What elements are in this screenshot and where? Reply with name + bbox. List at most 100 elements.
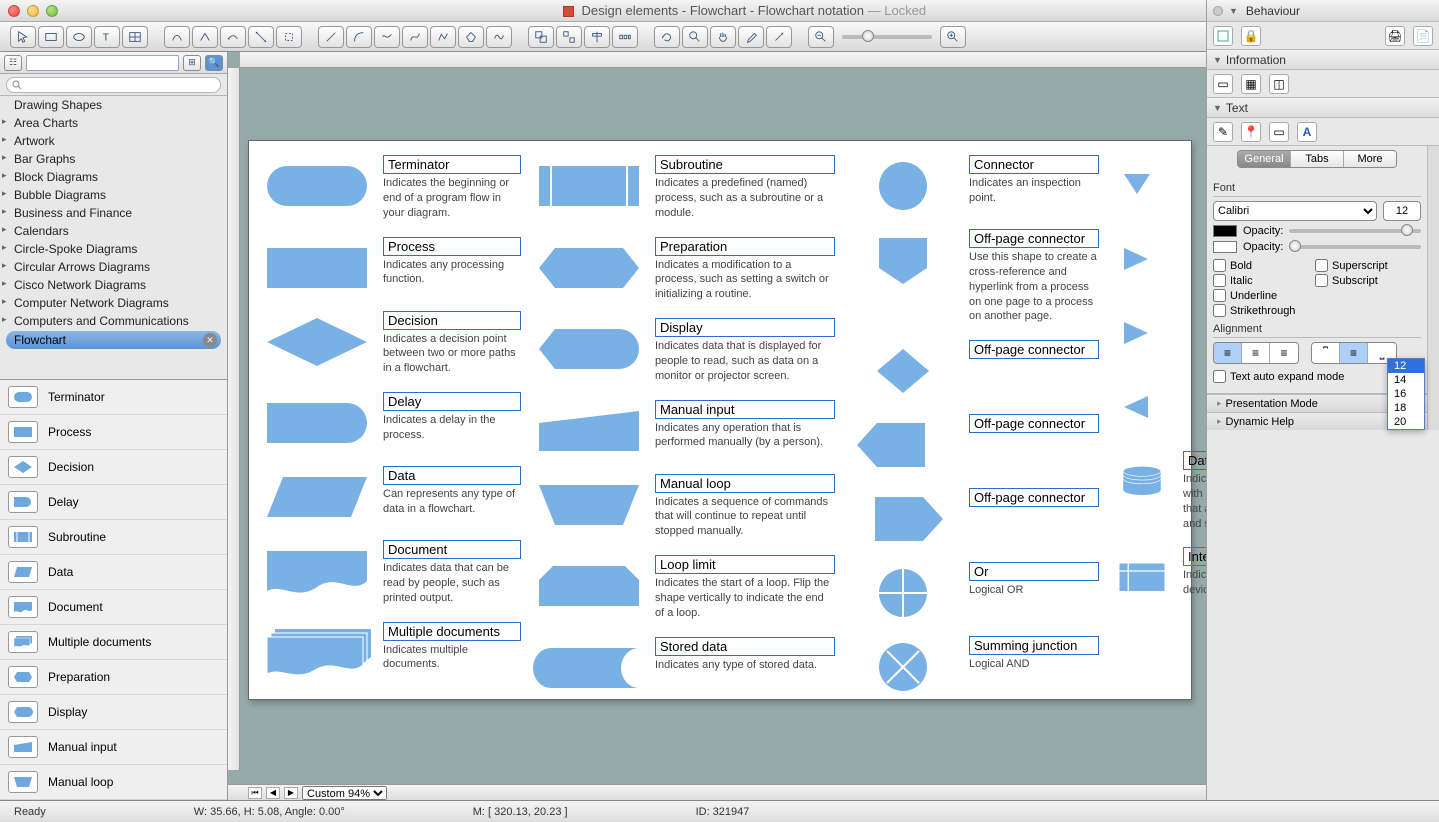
zoom-slider[interactable]	[842, 35, 932, 39]
zoom-select[interactable]: Custom 94%	[302, 786, 387, 800]
text-bg-swatch[interactable]	[1213, 241, 1237, 253]
flowchart-shape[interactable]	[257, 155, 377, 213]
canvas-page[interactable]: TerminatorIndicates the beginning or end…	[248, 140, 1192, 700]
h-align-control[interactable]: ≡ ≡ ≡	[1213, 342, 1299, 364]
shape-library-item[interactable]: Preparation	[0, 660, 227, 695]
flowchart-shape[interactable]	[529, 237, 649, 295]
category-item[interactable]: Computer Network Diagrams	[0, 294, 227, 312]
shape-library-item[interactable]: Subroutine	[0, 520, 227, 555]
category-item[interactable]: Bubble Diagrams	[0, 186, 227, 204]
zoom-tool[interactable]	[682, 26, 708, 48]
align-tool[interactable]	[584, 26, 610, 48]
arc-tool[interactable]	[346, 26, 372, 48]
spline-tool[interactable]	[374, 26, 400, 48]
category-item[interactable]: Bar Graphs	[0, 150, 227, 168]
flowchart-shape[interactable]	[1107, 303, 1167, 361]
category-item-selected[interactable]: Flowchart✕	[6, 331, 221, 349]
bold-checkbox[interactable]: Bold	[1213, 259, 1303, 272]
inspector-scrollbar[interactable]	[1427, 146, 1439, 430]
superscript-checkbox[interactable]: Superscript	[1315, 259, 1405, 272]
shape-library-item[interactable]: Terminator	[0, 380, 227, 415]
text-tool[interactable]: T	[94, 26, 120, 48]
zoom-out-button[interactable]	[808, 26, 834, 48]
text-box-icon[interactable]: ▭	[1269, 122, 1289, 142]
flowchart-shape[interactable]	[843, 562, 963, 620]
italic-checkbox[interactable]: Italic	[1213, 274, 1303, 287]
strikethrough-checkbox[interactable]: Strikethrough	[1213, 304, 1303, 317]
close-icon[interactable]: ✕	[203, 333, 217, 347]
group-tool[interactable]	[528, 26, 554, 48]
zoom-in-button[interactable]	[940, 26, 966, 48]
flowchart-shape[interactable]	[1107, 229, 1167, 287]
flowchart-shape[interactable]	[529, 637, 649, 695]
connector-tool-1[interactable]	[164, 26, 190, 48]
flowchart-shape[interactable]	[843, 414, 963, 472]
flowchart-shape[interactable]	[843, 340, 963, 398]
rectangle-tool[interactable]	[38, 26, 64, 48]
v-align-control[interactable]: ⎴ ≡ ⎵	[1311, 342, 1397, 364]
flowchart-shape[interactable]	[529, 155, 649, 213]
align-left-button[interactable]: ≡	[1214, 343, 1242, 363]
page-prev-button[interactable]: ◀	[266, 787, 280, 799]
freehand-tool[interactable]	[486, 26, 512, 48]
shape-library-item[interactable]: Multiple documents	[0, 625, 227, 660]
ellipse-tool[interactable]	[66, 26, 92, 48]
shape-library-item[interactable]: Document	[0, 590, 227, 625]
flowchart-shape[interactable]	[843, 155, 963, 213]
wand-tool[interactable]	[766, 26, 792, 48]
flowchart-shape[interactable]	[257, 392, 377, 450]
connector-tool-3[interactable]	[220, 26, 246, 48]
align-top-button[interactable]: ⎴	[1312, 343, 1340, 363]
category-item[interactable]: Area Charts	[0, 114, 227, 132]
window-zoom-button[interactable]	[46, 5, 58, 17]
behaviour-doc-icon[interactable]: 📄	[1413, 26, 1433, 46]
tab-general[interactable]: General	[1238, 151, 1291, 167]
window-minimize-button[interactable]	[27, 5, 39, 17]
rotate-tool[interactable]	[654, 26, 680, 48]
category-item[interactable]: Block Diagrams	[0, 168, 227, 186]
category-item[interactable]: Circle-Spoke Diagrams	[0, 240, 227, 258]
flowchart-shape[interactable]	[1107, 377, 1167, 435]
info-view3-icon[interactable]: ◫	[1269, 74, 1289, 94]
flowchart-shape[interactable]	[1107, 155, 1167, 213]
category-item[interactable]: Cisco Network Diagrams	[0, 276, 227, 294]
flowchart-shape[interactable]	[257, 540, 377, 598]
flowchart-shape[interactable]	[257, 311, 377, 369]
font-size-dropdown[interactable]: 1214161820	[1387, 358, 1425, 430]
behaviour-print-icon[interactable]: 🖨	[1385, 26, 1405, 46]
align-right-button[interactable]: ≡	[1270, 343, 1298, 363]
info-view2-icon[interactable]: ▦	[1241, 74, 1261, 94]
shape-library-item[interactable]: Display	[0, 695, 227, 730]
flowchart-shape[interactable]	[257, 466, 377, 524]
align-center-button[interactable]: ≡	[1242, 343, 1270, 363]
library-filter-input[interactable]	[26, 55, 179, 71]
pointer-tool[interactable]	[10, 26, 36, 48]
behaviour-resize-icon[interactable]	[1213, 26, 1233, 46]
behaviour-twisty[interactable]: ▼	[1229, 6, 1238, 16]
connector-tool-2[interactable]	[192, 26, 218, 48]
distribute-tool[interactable]	[612, 26, 638, 48]
category-item[interactable]: Business and Finance	[0, 204, 227, 222]
font-family-select[interactable]: Calibri	[1213, 201, 1377, 221]
table-tool[interactable]	[122, 26, 148, 48]
window-close-button[interactable]	[8, 5, 20, 17]
flowchart-shape[interactable]	[529, 555, 649, 613]
ungroup-tool[interactable]	[556, 26, 582, 48]
align-middle-button[interactable]: ≡	[1340, 343, 1368, 363]
flowchart-shape[interactable]	[1107, 547, 1177, 605]
behaviour-lock-icon[interactable]: 🔒	[1241, 26, 1261, 46]
underline-checkbox[interactable]: Underline	[1213, 289, 1303, 302]
tab-tabs[interactable]: Tabs	[1291, 151, 1344, 167]
font-size-option[interactable]: 12	[1388, 359, 1424, 373]
info-view1-icon[interactable]: ▭	[1213, 74, 1233, 94]
shape-library-item[interactable]: Process	[0, 415, 227, 450]
shape-library-item[interactable]: Delay	[0, 485, 227, 520]
shape-library-item[interactable]: Manual input	[0, 730, 227, 765]
bezier-tool[interactable]	[402, 26, 428, 48]
text-pin-icon[interactable]: 📍	[1241, 122, 1261, 142]
flowchart-shape[interactable]	[529, 474, 649, 532]
canvas-area[interactable]: TerminatorIndicates the beginning or end…	[228, 52, 1206, 800]
inspector-close-button[interactable]	[1213, 6, 1223, 16]
text-opacity-slider[interactable]	[1289, 229, 1421, 233]
pan-tool[interactable]	[710, 26, 736, 48]
